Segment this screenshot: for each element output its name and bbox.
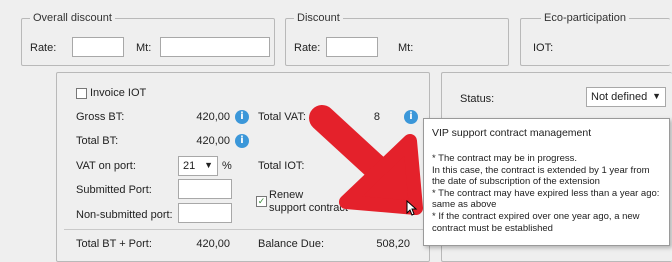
overall-discount-group: Overall discount Rate: Mt: [21, 12, 275, 66]
vat-on-port-select[interactable]: 21 ▼ [178, 156, 218, 176]
balance-due-label: Balance Due: [258, 238, 325, 250]
invoice-iot-checkbox[interactable] [76, 88, 87, 99]
arrow-shape [309, 105, 423, 215]
tooltip-line-1: * The contract may be in progress. [432, 153, 578, 164]
overall-discount-rate-label: Rate: [30, 42, 57, 54]
red-arrow-annotation [309, 105, 423, 215]
vat-on-port-label: VAT on port: [76, 160, 136, 172]
overall-discount-rate-input[interactable] [72, 37, 124, 57]
overall-discount-mt-input[interactable] [160, 37, 270, 57]
chevron-down-icon: ▼ [652, 91, 661, 101]
totals-divider [64, 229, 424, 230]
tooltip-line-3: * The contract may have expired less tha… [432, 187, 660, 211]
overall-discount-legend: Overall discount [30, 12, 115, 24]
non-submitted-port-label: Non-submitted port: [76, 209, 173, 221]
balance-due-value: 508,20 [376, 238, 410, 250]
tooltip-body: * The contract may be in progress. In th… [432, 153, 662, 234]
discount-rate-label: Rate: [294, 42, 321, 54]
status-label: Status: [460, 93, 495, 105]
total-bt-label: Total BT: [76, 135, 119, 147]
gross-bt-label: Gross BT: [76, 111, 125, 123]
invoice-iot-label: Invoice IOT [90, 87, 147, 99]
vip-support-tooltip: VIP support contract management * The co… [423, 118, 670, 246]
renew-support-checkbox[interactable]: ✓ [256, 196, 267, 207]
submitted-port-label: Submitted Port: [76, 184, 152, 196]
total-bt-info-icon[interactable]: i [235, 134, 249, 148]
tooltip-line-2: In this case, the contract is extended b… [432, 164, 650, 188]
discount-group: Discount Rate: Mt: [285, 12, 509, 66]
gross-bt-info-icon[interactable]: i [235, 110, 249, 124]
chevron-down-icon: ▼ [204, 160, 213, 170]
vat-on-port-value: 21 [183, 160, 196, 172]
eco-participation-group: Eco-participation IOT: [520, 12, 670, 66]
renew-label-line1: Renew [269, 189, 304, 201]
vat-percent-sign: % [222, 160, 232, 172]
eco-iot-label: IOT: [533, 42, 554, 54]
checkmark-icon: ✓ [257, 196, 266, 206]
total-iot-label: Total IOT: [258, 160, 305, 172]
eco-participation-legend: Eco-participation [541, 12, 629, 24]
submitted-port-input[interactable] [178, 179, 232, 199]
total-bt-value: 420,00 [196, 135, 230, 147]
non-submitted-port-input[interactable] [178, 203, 232, 223]
status-value: Not defined [591, 91, 648, 103]
overall-discount-mt-label: Mt: [136, 42, 152, 54]
discount-legend: Discount [294, 12, 343, 24]
discount-rate-input[interactable] [326, 37, 378, 57]
status-select[interactable]: Not defined ▼ [586, 87, 666, 107]
cursor-icon [406, 200, 418, 216]
tooltip-line-4: * If the contract expired over one year … [432, 210, 640, 234]
total-bt-port-value: 420,00 [196, 238, 230, 250]
total-vat-label: Total VAT: [258, 111, 306, 123]
total-bt-port-label: Total BT + Port: [76, 238, 152, 250]
gross-bt-value: 420,00 [196, 111, 230, 123]
tooltip-title: VIP support contract management [432, 127, 592, 139]
discount-mt-label: Mt: [398, 42, 414, 54]
